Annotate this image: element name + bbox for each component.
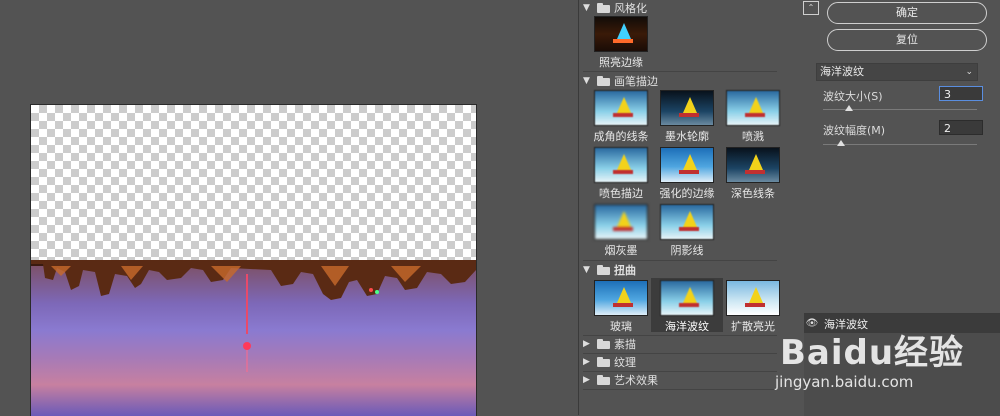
folder-icon	[597, 357, 610, 367]
filter-preview-image	[594, 204, 648, 240]
filter-preview-image	[660, 280, 714, 316]
ok-button[interactable]: 确定	[827, 2, 987, 24]
filter-thumb-glowing-edges[interactable]: 照亮边缘	[585, 16, 657, 69]
folder-icon	[597, 265, 610, 275]
filter-label: 海洋波纹	[665, 320, 709, 333]
category-label: 纹理	[614, 356, 636, 369]
filter-gallery: ▼ 风格化 照亮边缘 ▼ 画笔描边 成角的线条 墨水轮廓 喷溅 喷色描边 强化的…	[578, 0, 783, 415]
tower-reflection	[243, 274, 251, 372]
filter-thumb-accented-edges[interactable]: 强化的边缘	[651, 147, 723, 200]
reset-button[interactable]: 复位	[827, 29, 987, 51]
filter-thumb-ocean-ripple[interactable]: 海洋波纹	[651, 278, 723, 333]
folder-icon	[597, 375, 610, 385]
folder-icon	[597, 3, 610, 13]
category-label: 风格化	[614, 2, 647, 15]
filter-preview-image	[594, 147, 648, 183]
category-stylize[interactable]: ▼ 风格化	[583, 0, 777, 16]
collapsed-arrow-icon: ▶	[583, 357, 590, 367]
filter-preview-image	[594, 16, 648, 52]
filter-preview-image	[726, 280, 780, 316]
folder-icon	[597, 339, 610, 349]
collapse-gallery-button[interactable]: ⌃	[803, 1, 819, 15]
category-artistic[interactable]: ▶ 艺术效果	[583, 372, 777, 388]
filter-label: 深色线条	[731, 187, 775, 200]
category-distort[interactable]: ▼ 扭曲	[583, 262, 777, 278]
filter-thumb-diffuse-glow[interactable]: 扩散亮光	[717, 280, 789, 333]
category-texture[interactable]: ▶ 纹理	[583, 354, 777, 370]
category-brush-strokes[interactable]: ▼ 画笔描边	[583, 73, 777, 89]
ripple-size-label: 波纹大小(S)	[823, 90, 883, 103]
preview-area	[0, 0, 578, 416]
category-sketch[interactable]: ▶ 素描	[583, 336, 777, 352]
filter-preview-image	[660, 90, 714, 126]
filter-thumb-sumi-e[interactable]: 烟灰墨	[585, 204, 657, 257]
folder-icon	[597, 76, 610, 86]
filter-preview-image	[594, 90, 648, 126]
filter-thumb-crosshatch[interactable]: 阴影线	[651, 204, 723, 257]
divider	[583, 389, 777, 390]
ripple-magnitude-slider[interactable]	[823, 144, 977, 145]
filter-preview-image	[660, 147, 714, 183]
filter-label: 墨水轮廓	[665, 130, 709, 143]
preview-image	[31, 260, 476, 416]
filter-thumb-ink-outlines[interactable]: 墨水轮廓	[651, 90, 723, 143]
divider	[583, 71, 777, 72]
category-label: 艺术效果	[614, 374, 658, 387]
filter-thumb-dark-strokes[interactable]: 深色线条	[717, 147, 789, 200]
filter-label: 喷色描边	[599, 187, 643, 200]
filter-label: 玻璃	[610, 320, 632, 333]
category-label: 画笔描边	[614, 75, 658, 88]
divider	[583, 260, 777, 261]
filter-label: 成角的线条	[593, 130, 649, 143]
filter-label: 扩散亮光	[731, 320, 775, 333]
filter-preview-image	[594, 280, 648, 316]
chevron-down-icon: ⌄	[965, 67, 973, 77]
filter-label: 喷溅	[742, 130, 764, 143]
ripple-magnitude-slider-thumb[interactable]	[837, 140, 845, 146]
filter-thumb-glass[interactable]: 玻璃	[585, 280, 657, 333]
expand-arrow-icon: ▼	[583, 265, 590, 275]
category-label: 扭曲	[614, 264, 636, 277]
filter-thumb-spatter[interactable]: 喷溅	[717, 90, 789, 143]
transparent-area	[31, 105, 476, 260]
ripple-size-slider-thumb[interactable]	[845, 105, 853, 111]
expand-arrow-icon: ▼	[583, 3, 590, 13]
collapsed-arrow-icon: ▶	[583, 375, 590, 385]
expand-arrow-icon: ▼	[583, 76, 590, 86]
ripple-magnitude-label: 波纹幅度(M)	[823, 124, 886, 137]
ripple-magnitude-input[interactable]: 2	[939, 120, 983, 135]
filter-preview-image	[726, 147, 780, 183]
preview-canvas[interactable]	[30, 104, 477, 416]
filter-preview-image	[726, 90, 780, 126]
filter-label: 强化的边缘	[659, 187, 715, 200]
filter-dropdown[interactable]: 海洋波纹 ⌄	[816, 63, 978, 81]
city-skyline-flipped	[31, 260, 476, 300]
baidu-watermark-logo: Baidu经验	[780, 333, 965, 373]
filter-thumb-sprayed-strokes[interactable]: 喷色描边	[585, 147, 657, 200]
watermark-url: jingyan.baidu.com	[775, 373, 914, 391]
filter-label: 烟灰墨	[604, 244, 638, 257]
filter-label: 照亮边缘	[599, 56, 643, 69]
ripple-size-input[interactable]: 3	[939, 86, 983, 101]
filter-dropdown-value: 海洋波纹	[820, 65, 864, 78]
category-label: 素描	[614, 338, 636, 351]
filter-preview-image	[660, 204, 714, 240]
filter-thumb-angled-strokes[interactable]: 成角的线条	[585, 90, 657, 143]
filter-label: 阴影线	[670, 244, 704, 257]
collapsed-arrow-icon: ▶	[583, 339, 590, 349]
